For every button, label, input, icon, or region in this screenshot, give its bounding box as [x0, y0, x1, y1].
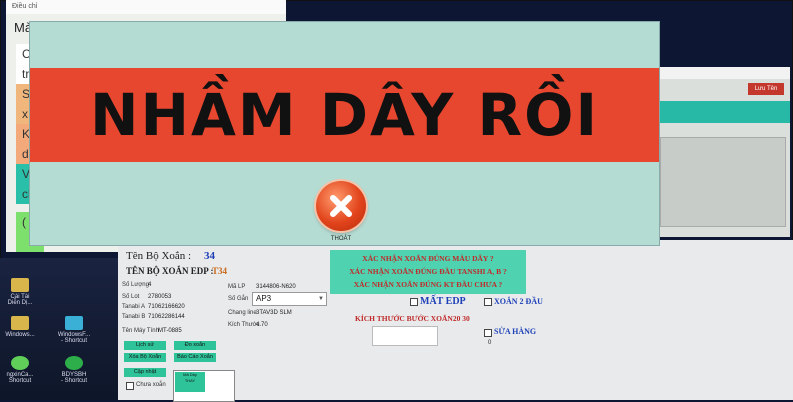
history-button[interactable]: Lịch sử [124, 341, 166, 350]
measure-twist-button[interactable]: Đo xoắn [174, 341, 216, 350]
field-label: Số Gắn [228, 296, 249, 302]
folder-icon [11, 316, 29, 330]
field-value: 71062166620 [148, 304, 185, 310]
twist-both-ends-checkbox[interactable] [484, 298, 492, 306]
field-label: Số Lot [122, 294, 140, 300]
twist-pitch-label: KÍCH THƯỚC BƯỚC XOẮN20 30 [355, 314, 470, 323]
repair-label: SỬA HÀNG [494, 327, 537, 336]
field-label: Tên Máy Tính [122, 328, 159, 334]
field-label: Mã LP [228, 284, 246, 290]
desktop-icon-label: BDYSBH - Shortcut [60, 372, 87, 384]
background-window-title: Điều chỉ [6, 0, 286, 14]
computer-icon [65, 316, 83, 330]
desktop-icon-folder-2[interactable]: Windows... [0, 316, 40, 338]
field-value: 4.70 [256, 322, 268, 328]
not-twisted-checkbox[interactable] [126, 382, 134, 390]
repair-checkbox[interactable] [484, 329, 492, 337]
desktop-icon-label: Cài Tài Diễn Dị... [7, 294, 33, 306]
right-window-header-bar [656, 101, 790, 123]
twist-report-button[interactable]: Báo Cáo Xoắn [174, 353, 216, 362]
field-label: Tanabi A [122, 304, 146, 310]
desktop-icon-label: Windows... [5, 332, 35, 338]
not-twisted-label: Chưa xoắn [136, 382, 166, 388]
field-label: Chang line [228, 310, 257, 316]
close-icon [330, 195, 352, 217]
desktop-icon-label: ngxinCa... Shortcut [6, 372, 34, 384]
field-value: MT-0885 [158, 328, 182, 334]
folder-icon [11, 278, 29, 292]
background-right-window: Lưu Tên [656, 67, 790, 237]
confirmation-panel: KIỂM TRA DÂY ĐÃ LẮM XONG XÁC NHẬN XOẮN Đ… [326, 240, 526, 294]
field-label: Kích Thước [228, 322, 260, 328]
field-value: 3144806-N620 [256, 284, 296, 290]
error-banner: NHẦM DÂY RỒI [30, 68, 659, 162]
tile-3-label: K d [22, 127, 31, 161]
field-value: 71062286144 [148, 314, 185, 320]
desktop-icon-label: WindowsF... - Shortcut [57, 332, 91, 344]
wire-table[interactable]: Mã Dây THAY [173, 370, 235, 402]
wire-table-header: Mã Dây THAY [175, 372, 205, 392]
twist-set-name-label: Tên Bộ Xoắn : [126, 250, 192, 262]
twist-set-name-value: 34 [204, 250, 215, 262]
exit-label: THOÁT [330, 236, 352, 242]
confirm-line-size: XÁC NHẬN XOẮN ĐÚNG KT ĐẦU CHƯA ? [353, 280, 503, 289]
tile-5-label: ( [22, 215, 26, 229]
error-message: NHẦM DÂY RỒI [89, 81, 600, 149]
edp-name-label: TÊN BỘ XOẮN EDP : [126, 266, 214, 276]
field-label: Số Lượng [122, 282, 149, 288]
leaf-icon [11, 356, 29, 370]
chevron-down-icon: ▼ [318, 296, 324, 302]
lost-edp-label: MẤT EDP [420, 296, 466, 307]
field-label: Tanabi B [122, 314, 146, 320]
field-value: 2780053 [148, 294, 172, 300]
wrong-wire-error-dialog: NHẦM DÂY RỒI THOÁT [30, 22, 659, 245]
twist-both-ends-label: XOẮN 2 ĐẦU [494, 297, 543, 306]
right-window-panel [660, 137, 786, 227]
save-name-button[interactable]: Lưu Tên [748, 83, 784, 95]
repair-count: 0 [488, 340, 492, 346]
field-value: 4 [148, 282, 152, 288]
desktop-icon-bdysbh-shortcut[interactable]: BDYSBH - Shortcut [54, 356, 94, 384]
model-select-value: AP3 [256, 294, 272, 303]
exit-button[interactable] [316, 181, 366, 231]
desktop-icon-windows-shortcut[interactable]: WindowsF... - Shortcut [54, 316, 94, 344]
confirm-line-tanshi: XÁC NHẬN XOẮN ĐÚNG ĐẦU TANSHI A, B ? [349, 267, 507, 276]
delete-twist-set-button[interactable]: Xóa Bộ Xoắn [124, 353, 166, 362]
desktop-icon-app-shortcut[interactable]: ngxinCa... Shortcut [0, 356, 40, 384]
right-window-titlebar [656, 67, 790, 79]
minus-circle-icon [65, 356, 83, 370]
update-button[interactable]: Cập nhật [124, 368, 166, 377]
edp-name-value: T34 [212, 266, 228, 276]
confirm-line-color: XÁC NHẬN XOẮN ĐÚNG MÀU DÂY ? [362, 254, 494, 263]
desktop-icon-folder-1[interactable]: Cài Tài Diễn Dị... [0, 278, 40, 306]
desktop-area: Cài Tài Diễn Dị... Windows... WindowsF..… [0, 258, 118, 400]
model-select[interactable]: AP3 ▼ [252, 292, 327, 306]
field-value: 3TAV3D SLM [256, 310, 292, 316]
twist-pitch-input[interactable] [372, 326, 438, 346]
lost-edp-checkbox[interactable] [410, 298, 418, 306]
twist-app-window: Tên Bộ Xoắn : 34 TÊN BỘ XOẮN EDP : T34 S… [118, 240, 793, 402]
